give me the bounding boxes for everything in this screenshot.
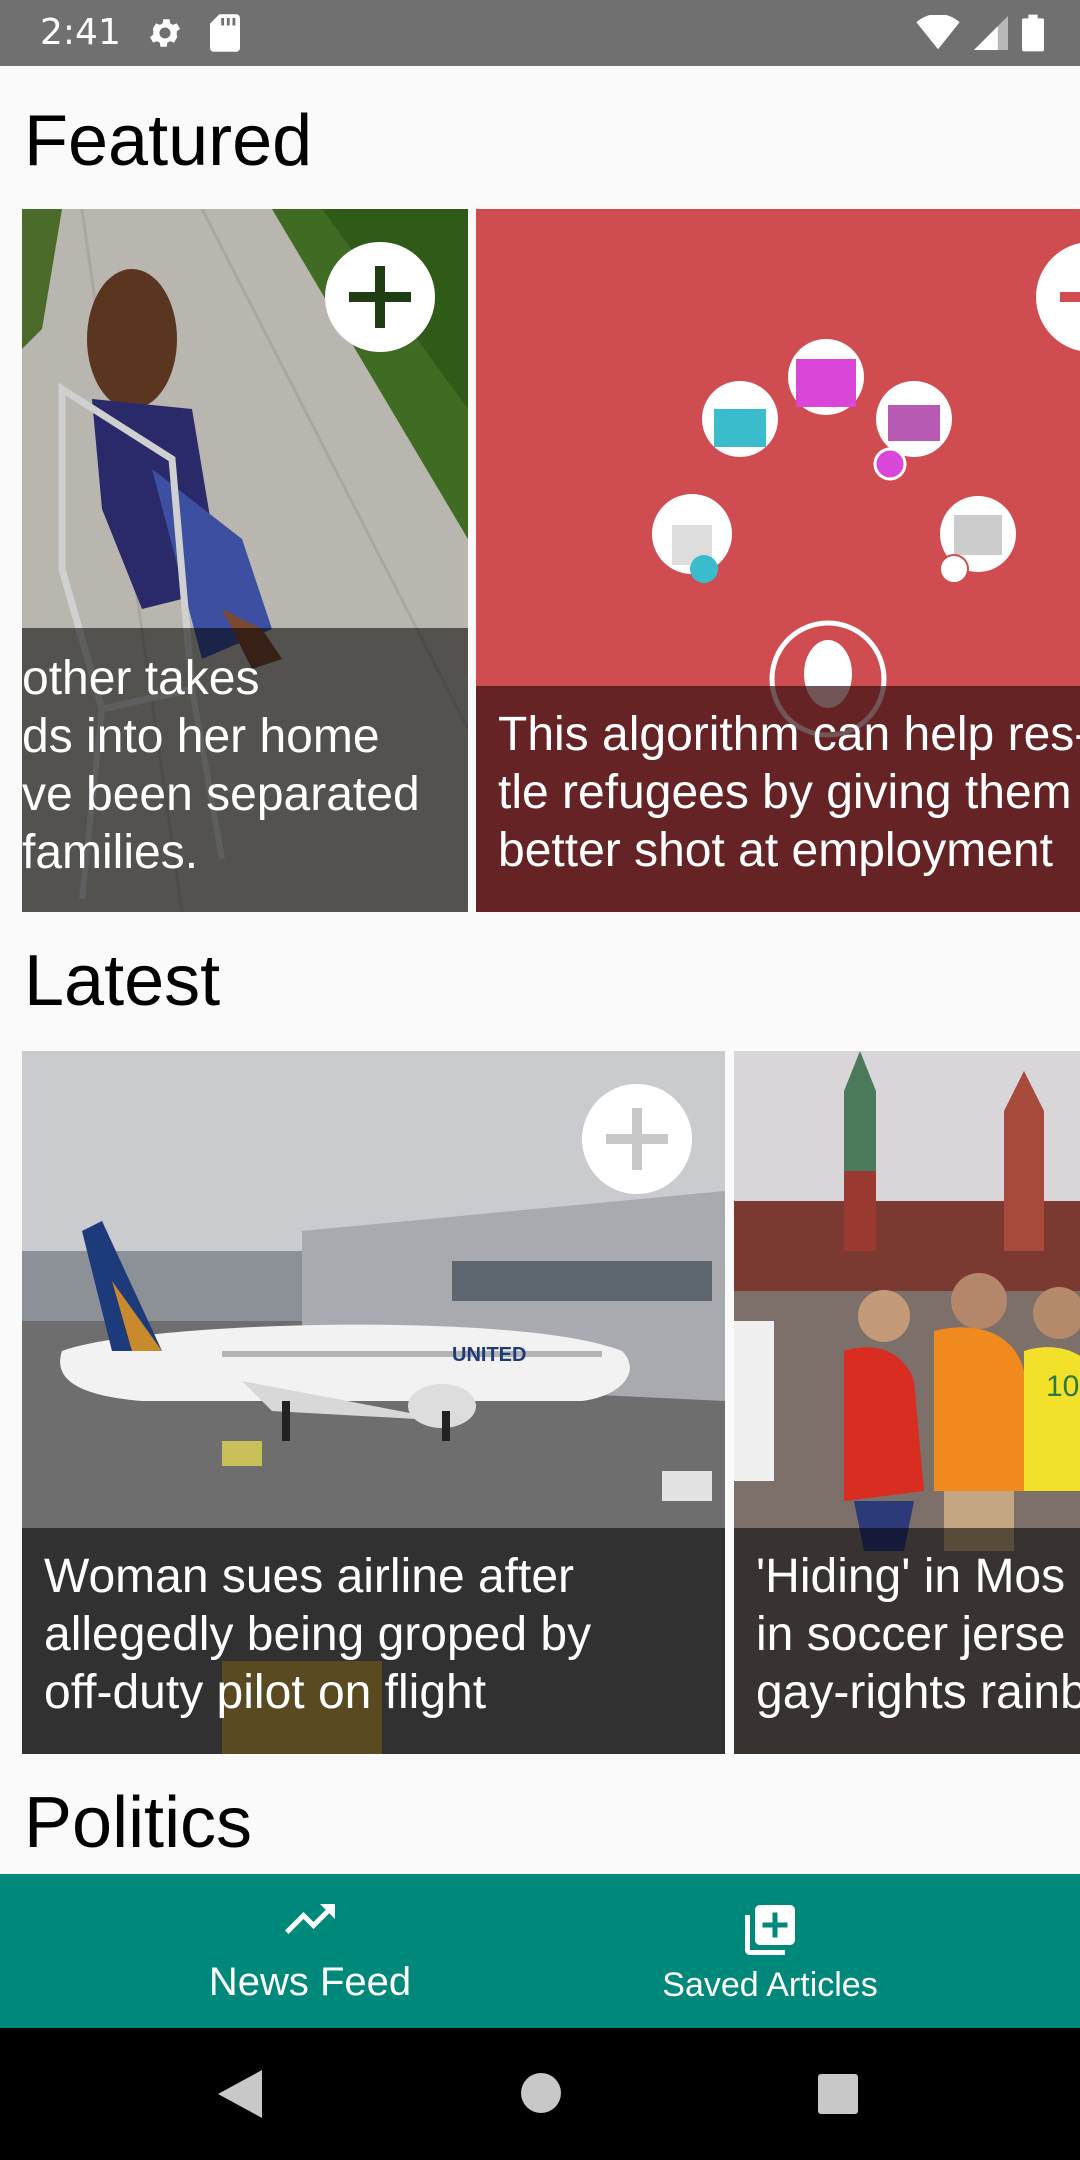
caption-line: This algorithm can help res- (498, 708, 1080, 761)
caption-line: allegedly being groped by (44, 1608, 592, 1661)
latest-carousel[interactable]: UNITED Woman sues airline after allegedl… (0, 1051, 1080, 1754)
save-article-button[interactable] (325, 242, 435, 352)
caption-line: 'Hiding' in Mos (756, 1550, 1066, 1603)
plus-icon (349, 266, 411, 328)
cell-signal-icon (974, 16, 1008, 50)
bottom-navigation: News Feed Saved Articles (0, 1874, 1080, 2028)
nav-label: News Feed (208, 1960, 412, 2004)
featured-carousel[interactable]: other takes ds into her home ve been sep… (0, 209, 1080, 912)
nav-label: Saved Articles (662, 1966, 878, 2004)
caption-line: in soccer jerse (756, 1608, 1066, 1661)
caption-line: other takes (22, 652, 260, 705)
caption-line: families. (22, 826, 199, 879)
save-article-button[interactable] (582, 1084, 692, 1194)
section-title-featured: Featured (24, 101, 313, 181)
featured-card-1[interactable]: other takes ds into her home ve been sep… (22, 209, 468, 912)
caption-line: tle refugees by giving them (498, 766, 1072, 819)
article-caption: other takes ds into her home ve been sep… (22, 628, 468, 912)
article-caption: Woman sues airline after allegedly being… (22, 1528, 725, 1754)
latest-card-2[interactable]: 10 'Hiding' in Mos in soccer jerse gay-r… (734, 1051, 1080, 1754)
recents-icon[interactable] (818, 2074, 858, 2114)
status-time: 2:41 (40, 12, 121, 53)
nav-item-news-feed[interactable]: News Feed (40, 1874, 580, 2028)
home-icon[interactable] (520, 2072, 562, 2114)
plane-livery-text: UNITED (452, 1344, 526, 1366)
article-caption: 'Hiding' in Mos in soccer jerse gay-righ… (734, 1528, 1080, 1754)
status-icons (916, 14, 1044, 52)
back-icon[interactable] (218, 2070, 262, 2118)
caption-line: off-duty pilot on flight (44, 1666, 487, 1719)
article-caption: This algorithm can help res- tle refugee… (476, 686, 1080, 912)
jersey-number: 10 (1046, 1370, 1079, 1403)
trending-up-icon (285, 1904, 335, 1934)
status-bar: 2:41 (0, 0, 1080, 66)
featured-card-2[interactable]: This algorithm can help res- tle refugee… (476, 209, 1080, 912)
nav-item-saved-articles[interactable]: Saved Articles (500, 1874, 1040, 2028)
plus-icon (1060, 292, 1080, 302)
system-navigation-bar (0, 2028, 1080, 2160)
caption-line: better shot at employment (498, 824, 1053, 877)
library-add-icon (745, 1905, 795, 1955)
plus-icon (606, 1108, 668, 1170)
wifi-icon (916, 15, 960, 50)
battery-icon (1022, 14, 1044, 52)
caption-line: Woman sues airline after (44, 1550, 575, 1603)
caption-line: gay-rights rainb (756, 1666, 1080, 1719)
caption-line: ve been separated (22, 768, 420, 821)
sd-card-icon (210, 14, 240, 52)
section-title-latest: Latest (24, 941, 221, 1021)
section-title-politics: Politics (24, 1783, 253, 1863)
settings-gear-icon (149, 19, 181, 47)
latest-card-1[interactable]: UNITED Woman sues airline after allegedl… (22, 1051, 725, 1754)
save-article-button[interactable] (1036, 242, 1080, 352)
caption-line: ds into her home (22, 710, 380, 763)
